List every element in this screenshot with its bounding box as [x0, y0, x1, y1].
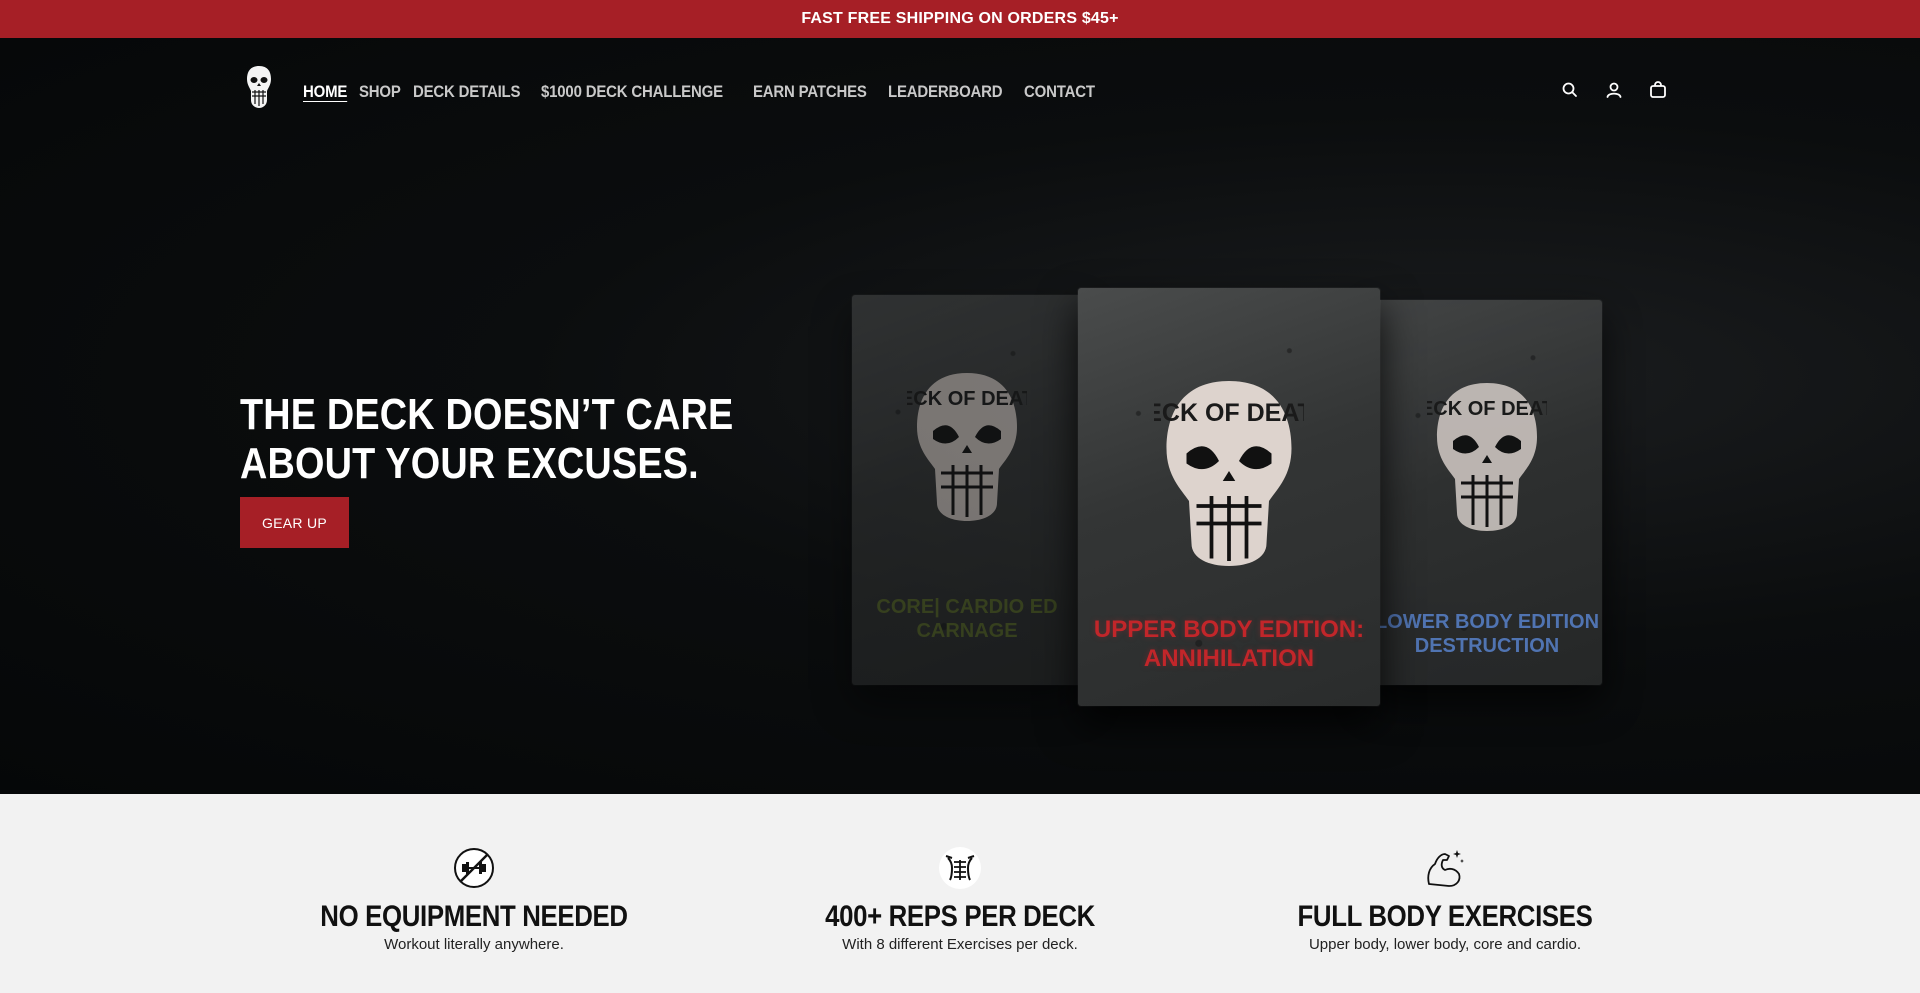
announcement-bar: FAST FREE SHIPPING ON ORDERS $45+: [0, 0, 1920, 38]
feature-text: Workout literally anywhere.: [384, 936, 564, 953]
deck-logo-skull: DECK OF DEATH: [907, 373, 1027, 521]
deck-label-upper: UPPER BODY EDITION: ANNIHILATION: [1078, 616, 1380, 674]
cart-icon[interactable]: [1648, 80, 1668, 100]
nav-home[interactable]: HOME: [303, 82, 347, 102]
feature-title: FULL BODY EXERCISES: [1297, 900, 1593, 933]
hero-headline-line-1: THE DECK DOESN’T CARE: [240, 390, 734, 439]
deck-label-core: CORE| CARDIO ED CARNAGE: [852, 595, 1082, 643]
hero-headline-line-2: ABOUT YOUR EXCUSES.: [240, 439, 699, 488]
header-icons: [1560, 80, 1668, 100]
deck-product-image: DECK OF DEATH CORE| CARDIO ED CARNAGE DE…: [830, 238, 1630, 718]
feature-title: 400+ REPS PER DECK: [825, 900, 1095, 933]
nav-contact[interactable]: CONTACT: [1024, 82, 1095, 102]
deck-label-lower: LOWER BODY EDITION DESTRUCTION: [1372, 610, 1602, 658]
feature-no-equipment: NO EQUIPMENT NEEDED Workout literally an…: [264, 846, 684, 953]
deck-label-lower-line-1: LOWER BODY EDITION: [1374, 611, 1600, 633]
deck-label-upper-line-1: UPPER BODY EDITION:: [1093, 616, 1365, 643]
deck-label-core-line-1: CORE| CARDIO ED: [876, 596, 1058, 618]
feature-full-body: FULL BODY EXERCISES Upper body, lower bo…: [1235, 846, 1655, 953]
feature-title: NO EQUIPMENT NEEDED: [320, 900, 628, 933]
deck-card-core-cardio: DECK OF DEATH CORE| CARDIO ED CARNAGE: [852, 295, 1082, 685]
gear-up-button[interactable]: GEAR UP: [240, 497, 349, 548]
deck-label-upper-line-2: ANNIHILATION: [1143, 644, 1315, 672]
search-icon[interactable]: [1560, 80, 1580, 100]
deck-logo-skull: DECK OF DEATH: [1154, 381, 1304, 566]
nav-shop[interactable]: SHOP: [359, 82, 401, 102]
feature-reps: 400+ REPS PER DECK With 8 different Exer…: [750, 846, 1170, 953]
main-nav: HOME SHOP DECK DETAILS $1000 DECK CHALLE…: [303, 76, 1095, 108]
feature-text: Upper body, lower body, core and cardio.: [1308, 936, 1582, 953]
features-section: NO EQUIPMENT NEEDED Workout literally an…: [0, 794, 1920, 993]
no-dumbbell-icon: [454, 848, 494, 888]
deck-logo-text: DECK OF DEATH: [1154, 399, 1304, 427]
nav-deck-challenge[interactable]: $1000 DECK CHALLENGE: [541, 82, 723, 102]
nav-earn-patches[interactable]: EARN PATCHES: [753, 82, 867, 102]
deck-label-core-line-2: CARNAGE: [916, 620, 1018, 642]
nav-leaderboard[interactable]: LEADERBOARD: [888, 82, 1003, 102]
deck-label-lower-line-2: DESTRUCTION: [1414, 635, 1560, 657]
deck-card-upper-body: DECK OF DEATH UPPER BODY EDITION: ANNIHI…: [1078, 288, 1380, 706]
account-icon[interactable]: [1604, 80, 1624, 100]
skull-logo-icon[interactable]: [244, 64, 274, 110]
deck-card-lower-body: DECK OF DEATH LOWER BODY EDITION DESTRUC…: [1372, 300, 1602, 685]
nav-deck-details[interactable]: DECK DETAILS: [413, 82, 521, 102]
hero-headline: THE DECK DOESN’T CARE ABOUT YOUR EXCUSES…: [240, 390, 733, 488]
hero-section: HOME SHOP DECK DETAILS $1000 DECK CHALLE…: [0, 38, 1920, 794]
flexed-arm-icon: [1427, 850, 1464, 887]
deck-logo-text: DECK OF DEATH: [907, 388, 1027, 410]
abs-icon: [939, 847, 981, 889]
feature-text: With 8 different Exercises per deck.: [842, 936, 1078, 953]
deck-logo-text: DECK OF DEATH: [1427, 398, 1547, 420]
deck-logo-skull: DECK OF DEATH: [1427, 383, 1547, 531]
